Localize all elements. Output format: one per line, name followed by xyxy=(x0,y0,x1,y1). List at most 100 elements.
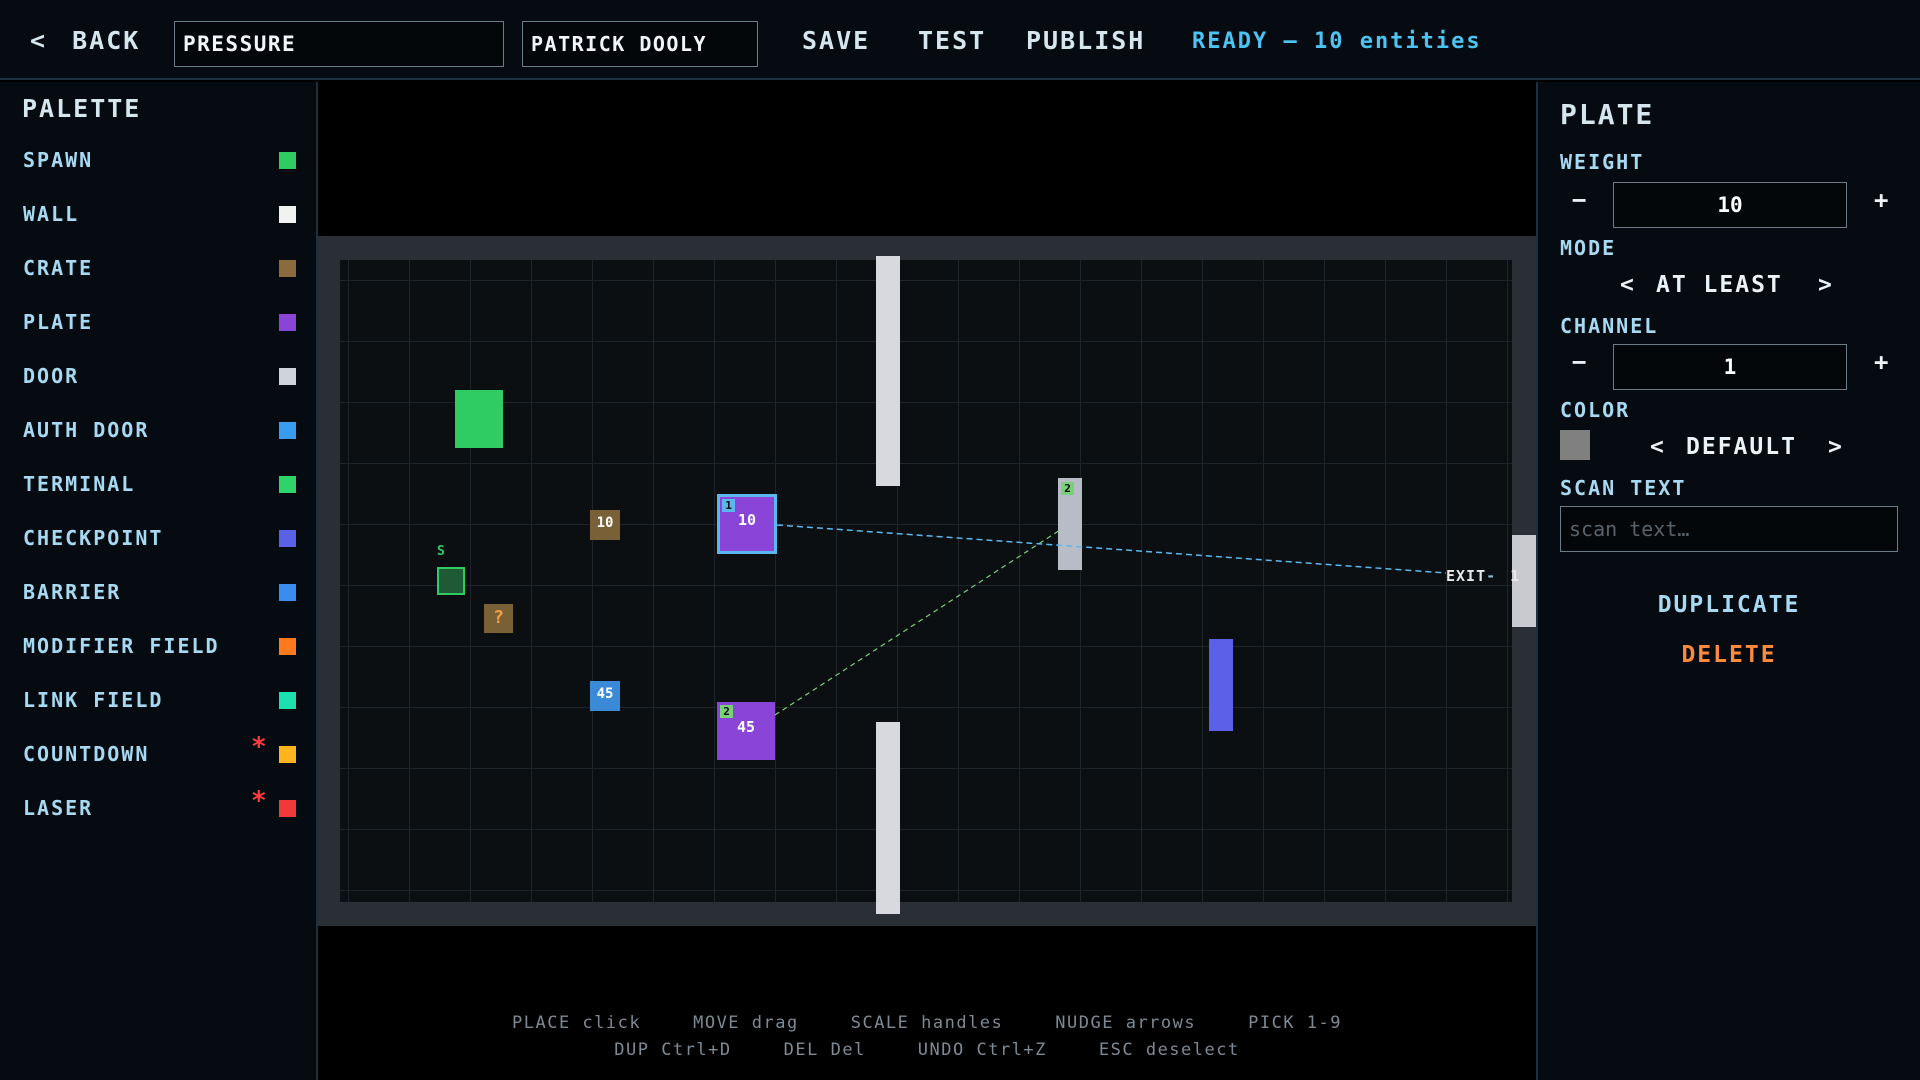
plate-entity[interactable]: 2 45 xyxy=(717,702,775,760)
back-button[interactable]: < BACK xyxy=(30,26,140,55)
palette-item-label: DOOR xyxy=(23,364,80,388)
palette-item-link-field[interactable]: LINK FIELD xyxy=(0,682,316,722)
question-mark-icon: ? xyxy=(493,607,504,628)
palette-item-label: LINK FIELD xyxy=(23,688,164,712)
palette-item-wall[interactable]: WALL xyxy=(0,196,316,236)
palette-color-swatch xyxy=(279,584,296,601)
asterisk-icon: * xyxy=(251,732,267,762)
palette-item-label: AUTH DOOR xyxy=(23,418,150,442)
color-next-button[interactable]: > xyxy=(1828,434,1844,460)
palette-item-label: CRATE xyxy=(23,256,94,280)
palette-item-label: WALL xyxy=(23,202,80,226)
delete-button[interactable]: DELETE xyxy=(1538,642,1920,668)
weight-decrement-button[interactable]: − xyxy=(1572,186,1586,214)
palette-item-checkpoint[interactable]: CHECKPOINT xyxy=(0,520,316,560)
palette-item-terminal[interactable]: TERMINAL xyxy=(0,466,316,506)
keyboard-hints: PLACE click MOVE drag SCALE handles NUDGE a… xyxy=(318,1010,1536,1064)
palette-item-auth-door[interactable]: AUTH DOOR xyxy=(0,412,316,452)
palette-color-swatch xyxy=(279,638,296,655)
palette-panel: PALETTE SPAWN WALL CRATE PLATE DOOR AUTH DOOR… xyxy=(0,82,318,1080)
palette-item-label: COUNTDOWN xyxy=(23,742,150,766)
hint-item: DEL Del xyxy=(783,1040,866,1060)
chevron-left-icon: < xyxy=(30,26,48,55)
palette-item-plate[interactable]: PLATE xyxy=(0,304,316,344)
palette-item-crate[interactable]: CRATE xyxy=(0,250,316,290)
color-swatch xyxy=(1560,430,1590,460)
status-text: READY — 10 entities xyxy=(1192,29,1482,54)
auth-crate-entity[interactable]: 45 xyxy=(590,681,620,711)
editor-canvas[interactable]: S 10 ? 45 1 10 2 45 2 EXIT- 1 PLACE click… xyxy=(318,82,1536,1080)
auth-crate-weight: 45 xyxy=(596,686,614,702)
author-field[interactable]: PATRICK DOOLY xyxy=(522,21,758,67)
mode-label: MODE xyxy=(1560,236,1617,260)
plate-weight: 45 xyxy=(736,718,756,736)
crate-entity[interactable]: 10 xyxy=(590,510,620,540)
palette-color-swatch xyxy=(279,422,296,439)
door-channel-badge: 2 xyxy=(1061,482,1074,495)
palette-color-swatch xyxy=(279,206,296,223)
hint-row: DUP Ctrl+D DEL Del UNDO Ctrl+Z ESC deselect xyxy=(318,1037,1536,1064)
crate-weight: 10 xyxy=(596,515,614,531)
channel-decrement-button[interactable]: − xyxy=(1572,348,1586,376)
checkpoint-entity[interactable] xyxy=(1209,639,1233,731)
test-button[interactable]: TEST xyxy=(918,26,986,55)
hint-item: SCALE handles xyxy=(850,1013,1004,1033)
palette-color-swatch xyxy=(279,476,296,493)
mystery-crate-entity[interactable]: ? xyxy=(484,604,513,633)
palette-item-label: MODIFIER FIELD xyxy=(23,634,220,658)
mode-prev-button[interactable]: < xyxy=(1620,272,1636,298)
color-value: DEFAULT xyxy=(1686,434,1797,460)
weight-label: WEIGHT xyxy=(1560,150,1645,174)
palette-color-swatch xyxy=(279,800,296,817)
exit-channel: 1 xyxy=(1510,567,1521,585)
palette-color-swatch xyxy=(279,152,296,169)
back-label: BACK xyxy=(72,26,141,55)
color-label: COLOR xyxy=(1560,398,1631,422)
palette-color-swatch xyxy=(279,692,296,709)
channel-increment-button[interactable]: + xyxy=(1874,348,1888,376)
palette-color-swatch xyxy=(279,314,296,331)
palette-item-door[interactable]: DOOR xyxy=(0,358,316,398)
hint-item: NUDGE arrows xyxy=(1055,1013,1197,1033)
color-prev-button[interactable]: < xyxy=(1650,434,1666,460)
save-button[interactable]: SAVE xyxy=(802,26,870,55)
asterisk-icon: * xyxy=(251,786,267,816)
spawn-marker-label: S xyxy=(437,544,445,559)
publish-button[interactable]: PUBLISH xyxy=(1026,26,1145,55)
palette-item-label: LASER xyxy=(23,796,94,820)
scan-text-input[interactable] xyxy=(1560,506,1898,552)
duplicate-button[interactable]: DUPLICATE xyxy=(1538,592,1920,618)
door-entity[interactable]: 2 xyxy=(1058,478,1082,570)
palette-color-swatch xyxy=(279,368,296,385)
palette-item-modifier-field[interactable]: MODIFIER FIELD xyxy=(0,628,316,668)
level-name-field[interactable]: PRESSURE xyxy=(174,21,504,67)
palette-item-label: PLATE xyxy=(23,310,94,334)
inspector-panel: PLATE WEIGHT − 10 + MODE < AT LEAST > CH… xyxy=(1536,82,1920,1080)
top-toolbar: < BACK PRESSURE PATRICK DOOLY SAVE TEST … xyxy=(0,0,1920,80)
spawn-entity[interactable] xyxy=(437,567,465,595)
palette-color-swatch xyxy=(279,530,296,547)
palette-item-laser[interactable]: LASER * xyxy=(0,786,316,830)
weight-increment-button[interactable]: + xyxy=(1874,186,1888,214)
wall-top[interactable] xyxy=(876,256,900,486)
hint-item: PICK 1-9 xyxy=(1248,1013,1342,1033)
channel-field[interactable]: 1 xyxy=(1613,344,1847,390)
palette-color-swatch xyxy=(279,260,296,277)
palette-item-countdown[interactable]: COUNTDOWN * xyxy=(0,732,316,776)
plate-channel-badge: 2 xyxy=(720,705,733,718)
palette-title: PALETTE xyxy=(22,94,142,123)
hint-row: PLACE click MOVE drag SCALE handles NUDGE a… xyxy=(318,1010,1536,1037)
terminal-entity[interactable] xyxy=(455,390,503,448)
mode-next-button[interactable]: > xyxy=(1818,272,1834,298)
wall-bottom[interactable] xyxy=(876,722,900,914)
plate-entity-selected[interactable]: 1 10 xyxy=(717,494,777,554)
inspector-title: PLATE xyxy=(1560,98,1655,131)
palette-item-spawn[interactable]: SPAWN xyxy=(0,142,316,182)
weight-field[interactable]: 10 xyxy=(1613,182,1847,228)
arena-grid[interactable] xyxy=(340,260,1512,902)
exit-label: EXIT- 1 xyxy=(1446,567,1521,585)
hint-item: PLACE click xyxy=(512,1013,642,1033)
palette-item-barrier[interactable]: BARRIER xyxy=(0,574,316,614)
hint-item: MOVE drag xyxy=(693,1013,799,1033)
mode-value: AT LEAST xyxy=(1656,272,1783,298)
